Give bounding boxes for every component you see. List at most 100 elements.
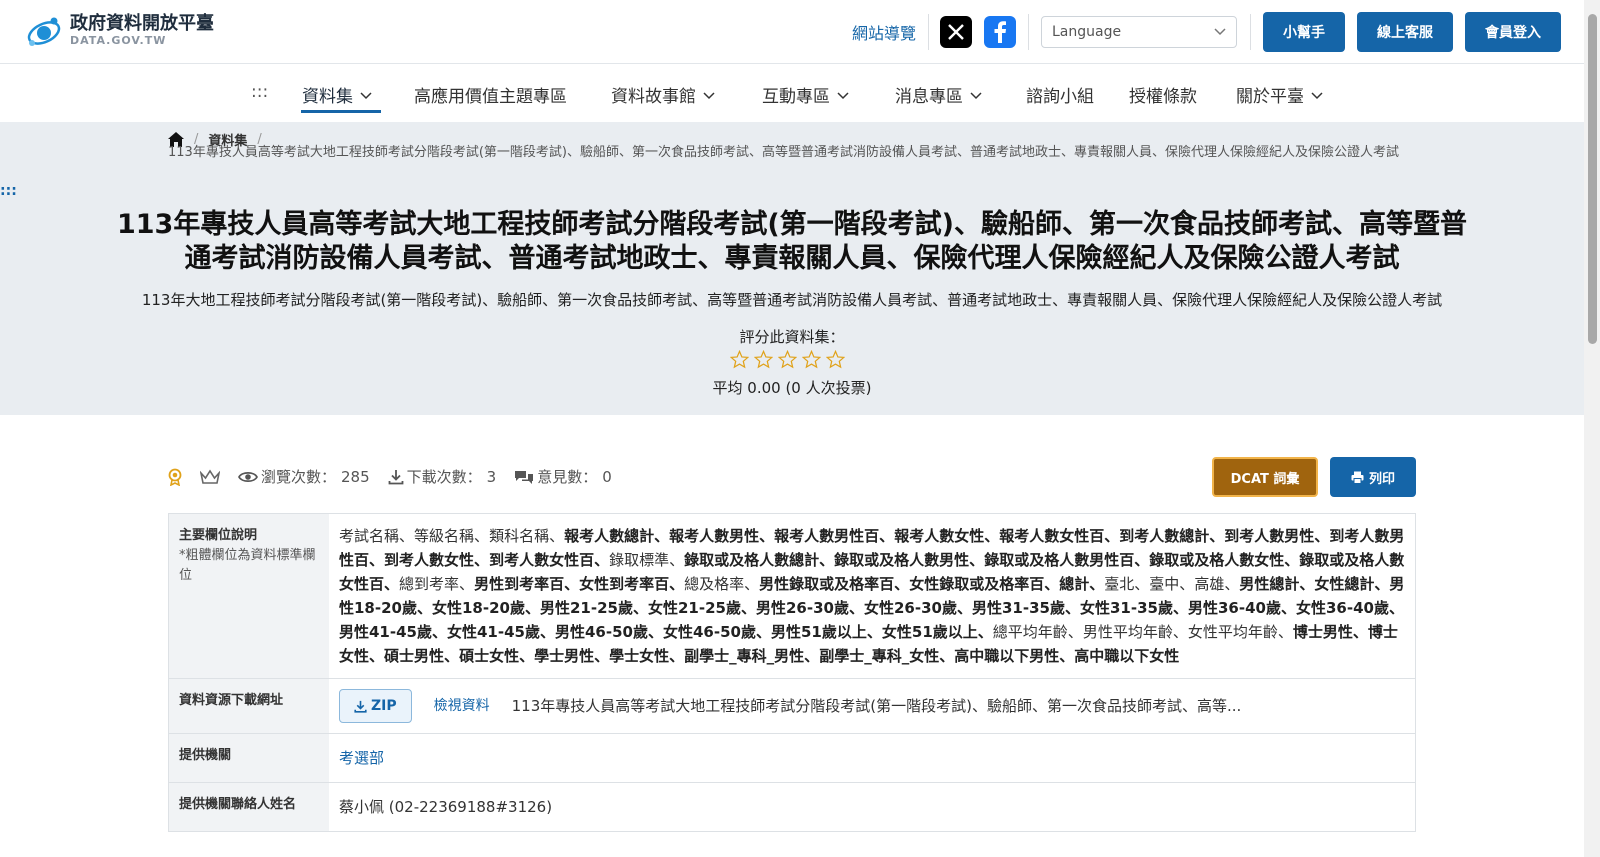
star-icon[interactable]: [826, 350, 845, 369]
star-icon[interactable]: [754, 350, 773, 369]
nav-item-datasets[interactable]: 資料集: [302, 82, 373, 107]
field-name: 女性51歲以上: [881, 623, 978, 641]
field-separator: 、: [759, 527, 775, 545]
field-separator: 、: [1172, 599, 1188, 617]
x-twitter-icon[interactable]: [940, 16, 972, 48]
field-separator: 、: [669, 647, 685, 665]
field-separator: 、: [939, 647, 955, 665]
field-name: 女性總計: [1314, 575, 1375, 593]
main-nav: ::: 資料集 高應用價值主題專區 資料故事館 互動專區 消息專區 諮詢小組 授…: [0, 64, 1584, 122]
contact-header: 提供機關聯絡人姓名: [169, 783, 329, 831]
rating-label: 評分此資料集：: [739, 328, 845, 346]
field-name: 臺北: [1104, 575, 1135, 593]
field-name: 男性51歲以上: [771, 623, 867, 641]
language-select-value: Language: [1052, 24, 1122, 40]
eye-icon: [238, 471, 258, 482]
field-separator: 、: [866, 623, 882, 641]
field-name: 總到考率: [399, 575, 460, 593]
field-name: 報考人數女性百: [999, 527, 1105, 545]
star-icon[interactable]: [802, 350, 821, 369]
nav-item-label: 消息專區: [895, 87, 963, 107]
field-separator: 、: [1284, 551, 1300, 569]
field-separator: 、: [1044, 575, 1060, 593]
nav-item-advisory[interactable]: 諮詢小組: [1026, 82, 1094, 107]
scrollbar-thumb[interactable]: [1588, 14, 1597, 344]
provider-link[interactable]: 考選部: [339, 749, 384, 767]
field-name: 博士男性: [1292, 623, 1353, 641]
nav-item-label: 關於平臺: [1236, 87, 1304, 107]
print-button[interactable]: 列印: [1330, 457, 1416, 497]
field-separator: 、: [632, 599, 648, 617]
field-separator: 、: [474, 551, 490, 569]
printer-icon: [1351, 471, 1364, 484]
field-name: 錄取或及格人數男性百: [984, 551, 1135, 569]
views-count: 285: [341, 467, 370, 486]
field-name: 總計: [1059, 575, 1090, 593]
field-name: 女性錄取或及格率百: [909, 575, 1045, 593]
comments-label: 意見數：: [537, 468, 598, 486]
field-name: 女性18-20歲: [432, 599, 525, 617]
rating-stars: [730, 350, 845, 369]
resource-header: 資料資源下載網址: [169, 679, 329, 733]
field-separator: 、: [1134, 551, 1150, 569]
rating-average: 平均 0.00 (0 人次投票): [712, 379, 872, 397]
field-separator: 、: [956, 599, 972, 617]
nav-item-interactive[interactable]: 互動專區: [762, 82, 850, 107]
member-login-button[interactable]: 會員登入: [1465, 12, 1561, 52]
nav-item-label: 資料集: [302, 87, 353, 107]
dataset-stats: 瀏覽次數： 285 下載次數： 3 意見數： 0: [168, 466, 612, 487]
print-label: 列印: [1368, 471, 1395, 487]
field-name: 女性26-30歲: [864, 599, 957, 617]
field-name: 學士男性: [534, 647, 595, 665]
field-name: 等級名稱: [414, 527, 475, 545]
star-icon[interactable]: [730, 350, 749, 369]
dataset-description: 113年大地工程技師考試分階段考試(第一階段考試)、驗船師、第一次食品技師考試、…: [141, 291, 1443, 309]
nav-item-stories[interactable]: 資料故事館: [611, 82, 716, 107]
sitemap-link[interactable]: 網站導覽: [852, 20, 916, 44]
nav-item-license[interactable]: 授權條款: [1129, 82, 1197, 107]
field-separator: 、: [459, 575, 475, 593]
field-separator: 、: [669, 575, 685, 593]
view-data-link[interactable]: 檢視資料: [434, 694, 490, 718]
site-header: 政府資料開放平臺 DATA.GOV.TW 網站導覽 Language 小幫手 線…: [0, 0, 1584, 64]
nav-skip-link[interactable]: :::: [251, 82, 268, 102]
field-name: 女性平均年齡: [1187, 623, 1278, 641]
field-name: 高中職以下女性: [1074, 647, 1180, 665]
star-icon[interactable]: [778, 350, 797, 369]
field-name: 副學士_專科_男性: [684, 647, 805, 665]
site-logo[interactable]: 政府資料開放平臺 DATA.GOV.TW: [24, 12, 214, 50]
field-separator: 、: [969, 551, 985, 569]
nav-item-label: 高應用價值主題專區: [414, 87, 567, 107]
nav-item-high-value[interactable]: 高應用價值主題專區: [414, 82, 567, 107]
field-separator: 、: [519, 647, 535, 665]
field-separator: 、: [744, 575, 760, 593]
field-name: 男性36-40歲: [1188, 599, 1281, 617]
field-separator: 、: [431, 623, 447, 641]
contact-value: 蔡小佩 (02-22369188#3126): [339, 798, 553, 816]
field-name: 男性到考率百: [474, 575, 565, 593]
logo-subtitle: DATA.GOV.TW: [70, 34, 167, 47]
field-name: 男性26-30歲: [756, 599, 849, 617]
field-separator: 、: [594, 647, 610, 665]
chevron-down-icon: [837, 91, 849, 99]
chevron-down-icon: [970, 91, 982, 99]
field-separator: 、: [654, 527, 670, 545]
field-name: 男性46-50歲: [555, 623, 648, 641]
field-name: 報考人數男性百: [774, 527, 880, 545]
field-separator: 、: [369, 551, 385, 569]
language-select[interactable]: Language: [1041, 16, 1237, 48]
nav-item-about[interactable]: 關於平臺: [1236, 82, 1324, 107]
zip-label: ZIP: [371, 698, 397, 714]
nav-item-label: 授權條款: [1129, 87, 1197, 107]
content-skip-link[interactable]: :::: [0, 183, 17, 199]
page-title: 113年專技人員高等考試大地工程技師考試分階段考試(第一階段考試)、驗船師、第一…: [116, 209, 1468, 274]
table-row: 主要欄位說明 *粗體欄位為資料標準欄位 考試名稱、等級名稱、類科名稱、報考人數總…: [169, 514, 1415, 679]
field-separator: 、: [1172, 623, 1188, 641]
facebook-icon[interactable]: [984, 16, 1016, 48]
helper-button[interactable]: 小幫手: [1263, 12, 1345, 52]
field-separator: 、: [1224, 575, 1240, 593]
zip-download-button[interactable]: ZIP: [339, 689, 412, 723]
dcat-vocabulary-button[interactable]: DCAT 詞彙: [1212, 457, 1318, 497]
online-support-button[interactable]: 線上客服: [1357, 12, 1453, 52]
nav-item-news[interactable]: 消息專區: [895, 82, 983, 107]
